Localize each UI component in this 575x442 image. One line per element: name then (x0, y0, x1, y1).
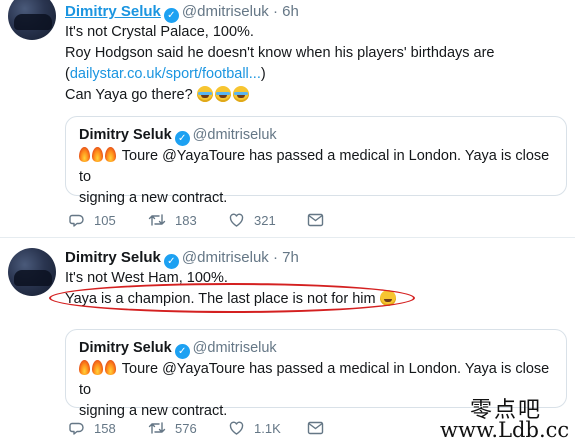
quote-author-handle: @dmitriseluk (192, 340, 277, 356)
fire-emoji-icon (79, 147, 90, 162)
quote-author-name: Dimitry Seluk (79, 340, 172, 356)
retweet-icon (148, 422, 166, 434)
like-icon (229, 421, 244, 435)
article-link[interactable]: dailystar.co.uk/sport/football... (70, 66, 261, 82)
quote-line: signing a new contract. (79, 190, 228, 206)
grinning-emoji-icon (379, 290, 396, 306)
quote-header: Dimitry Seluk ✓ @dmitriseluk (79, 127, 277, 146)
tweet-line: It's not West Ham, 100%. (65, 270, 228, 286)
laughing-crying-emoji-icon (196, 86, 213, 102)
tweet-text: It's not West Ham, 100%. Yaya is a champ… (65, 268, 565, 310)
tweet-header: Dimitry Seluk ✓ @dmitriseluk · 7h (65, 249, 299, 269)
fire-emoji-icon (79, 360, 90, 375)
watermark-url: www.Ldb.cc (440, 418, 570, 442)
fire-emoji-icon (92, 360, 103, 375)
fire-emoji-icon (92, 147, 103, 162)
verified-badge-icon: ✓ (174, 131, 190, 146)
retweet-icon (148, 214, 166, 226)
author-handle[interactable]: @dmitriseluk (182, 249, 269, 266)
reply-button[interactable]: 105 (69, 210, 116, 230)
tweet[interactable]: Dimitry Seluk ✓ @dmitriseluk · 6h It's not… (0, 0, 575, 237)
quote-author-handle: @dmitriseluk (192, 127, 277, 143)
like-count: 1.1K (254, 420, 281, 436)
quote-text: Toure @YayaToure has passed a medical in… (79, 146, 557, 209)
direct-message-button[interactable] (307, 210, 324, 230)
laughing-crying-emoji-icon (232, 86, 249, 102)
direct-message-button[interactable] (307, 418, 324, 438)
reply-icon (69, 422, 84, 435)
tweet-timestamp[interactable]: · 6h (273, 3, 299, 20)
tweet-question: Can Yaya go there? (65, 87, 193, 103)
tweet-line: Roy Hodgson said he doesn't know when hi… (65, 45, 495, 61)
quote-author-name: Dimitry Seluk (79, 127, 172, 143)
direct-message-icon (307, 421, 324, 435)
quote-line-text: Toure @YayaToure has passed a medical in… (79, 148, 550, 185)
fire-emoji-icon (105, 360, 116, 375)
quoted-tweet[interactable]: Dimitry Seluk ✓ @dmitriseluk Toure @YayaTo… (65, 116, 567, 206)
reply-button[interactable]: 158 (69, 418, 116, 438)
tweet-line: Yaya is a champion. The last place is no… (65, 289, 565, 310)
author-name[interactable]: Dimitry Seluk (65, 3, 161, 20)
direct-message-icon (307, 213, 324, 227)
like-button[interactable]: 321 (228, 210, 276, 230)
quote-line: Toure @YayaToure has passed a medical in… (79, 146, 557, 188)
quote-header: Dimitry Seluk ✓ @dmitriseluk (79, 340, 277, 359)
like-icon (229, 213, 244, 227)
verified-badge-icon: ✓ (163, 8, 179, 23)
author-name[interactable]: Dimitry Seluk (65, 249, 161, 266)
fire-emoji-icon (105, 147, 116, 162)
verified-badge-icon: ✓ (174, 344, 190, 359)
like-count: 321 (254, 212, 276, 228)
retweet-count: 183 (175, 212, 197, 228)
retweet-button[interactable]: 183 (148, 210, 197, 230)
reply-icon (69, 214, 84, 227)
tweet-timestamp[interactable]: · 7h (273, 249, 299, 266)
tweet-line-text: Yaya is a champion. The last place is no… (65, 291, 376, 307)
paren-close: ) (260, 66, 266, 82)
tweet-line: Can Yaya go there? (65, 85, 565, 106)
tweet-line: (dailystar.co.uk/sport/football...) (65, 64, 565, 85)
retweet-count: 576 (175, 420, 197, 436)
reply-count: 105 (94, 212, 116, 228)
tweet-line: It's not Crystal Palace, 100%. (65, 24, 254, 40)
retweet-button[interactable]: 576 (148, 418, 197, 438)
verified-badge-icon: ✓ (163, 254, 179, 269)
tweet-header: Dimitry Seluk ✓ @dmitriseluk · 6h (65, 3, 299, 23)
reply-count: 158 (94, 420, 116, 436)
author-handle[interactable]: @dmitriseluk (182, 3, 269, 20)
avatar[interactable] (8, 0, 56, 40)
like-button[interactable]: 1.1K (228, 418, 281, 438)
tweet-text: It's not Crystal Palace, 100%. Roy Hodgs… (65, 22, 565, 106)
laughing-crying-emoji-icon (214, 86, 231, 102)
avatar[interactable] (8, 248, 56, 296)
